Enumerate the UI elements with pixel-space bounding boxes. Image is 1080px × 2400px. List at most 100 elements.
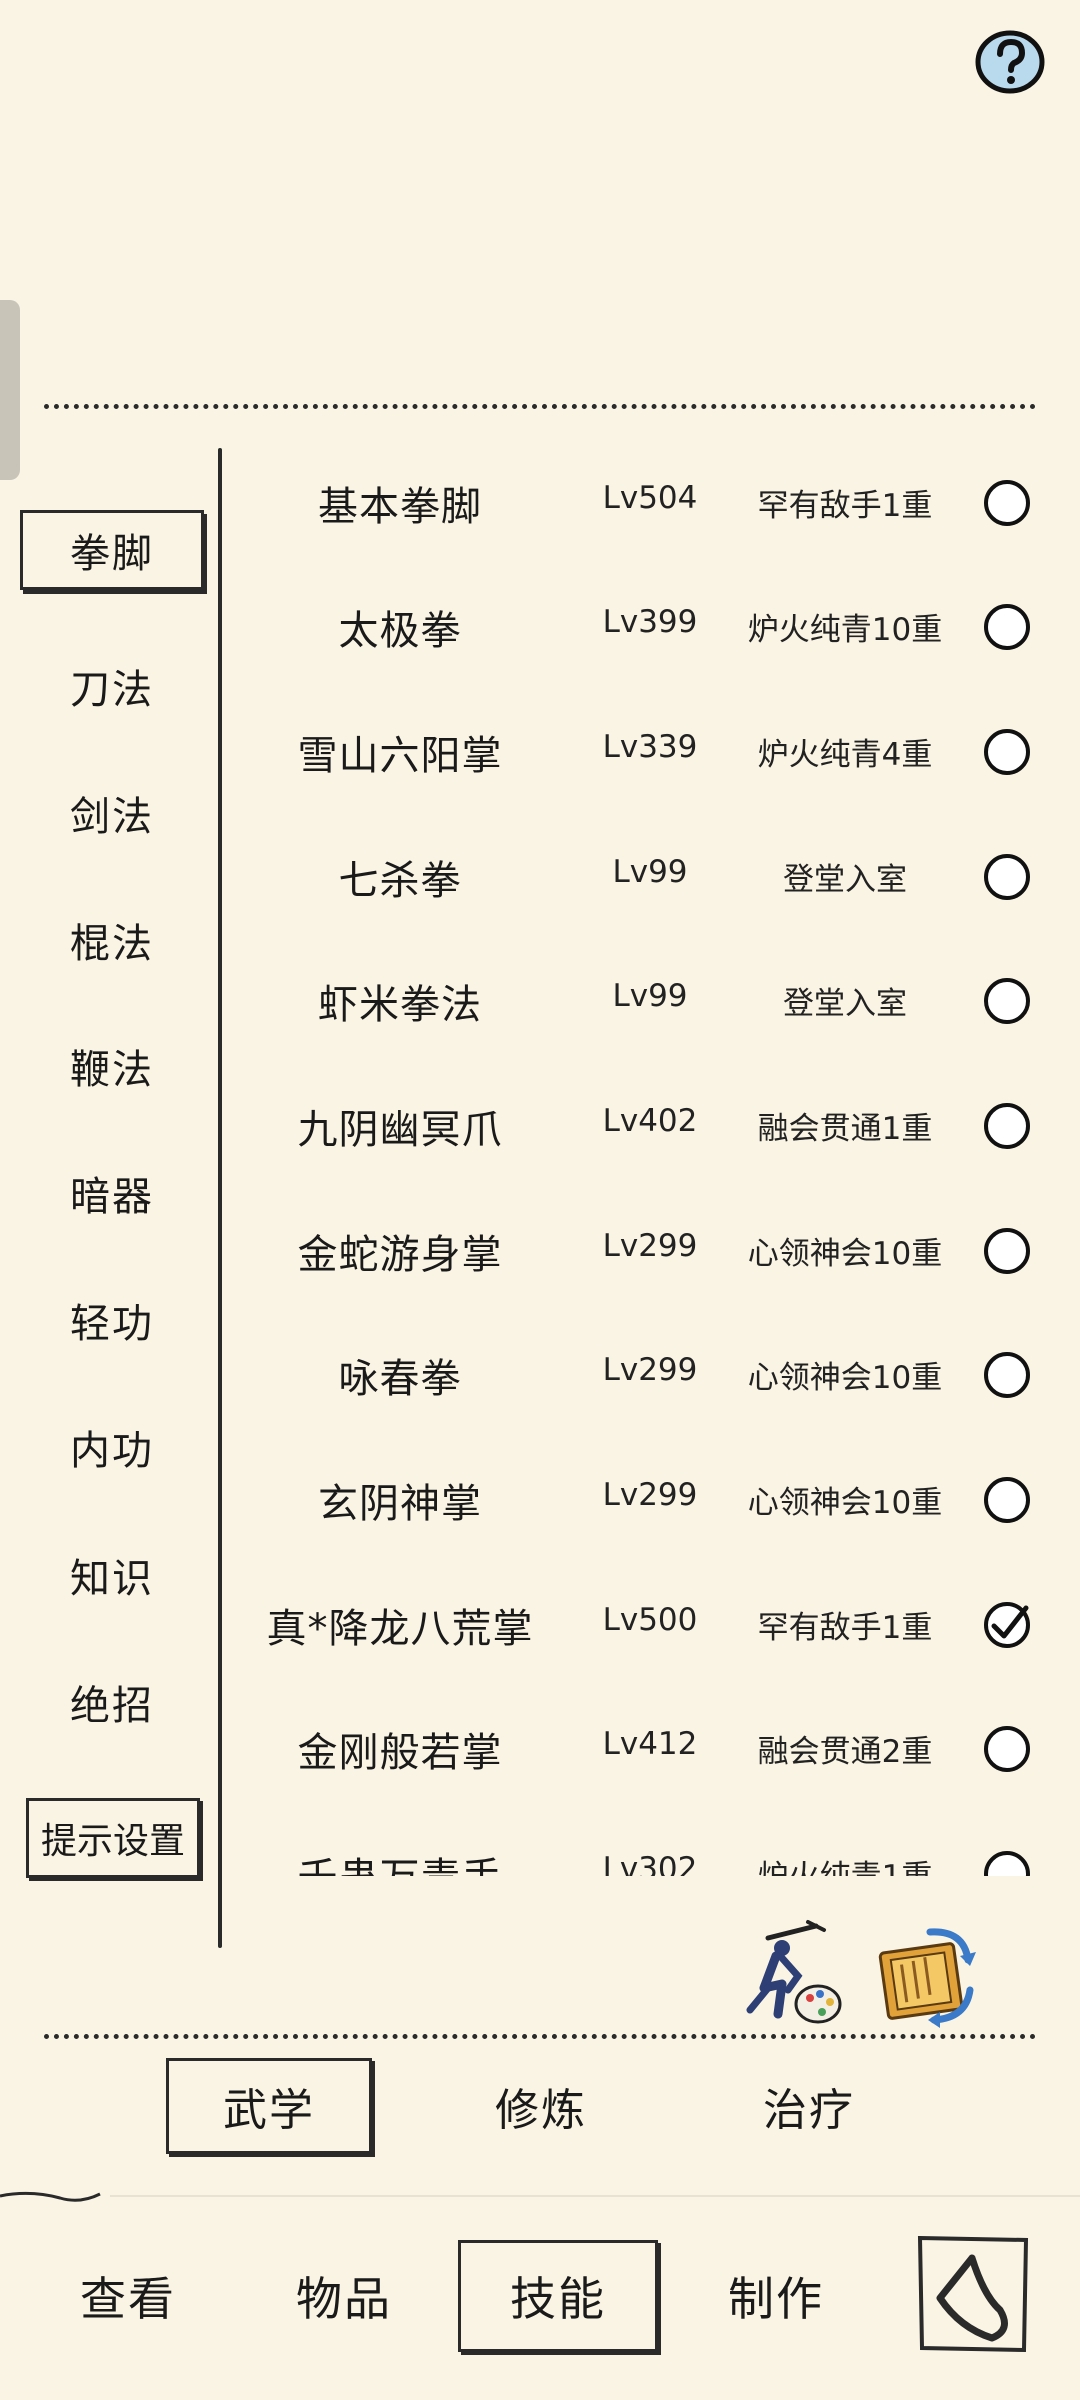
category-quanjiao[interactable]: 拳脚 bbox=[20, 510, 204, 590]
skill-level: Lv504 bbox=[602, 480, 698, 516]
checkbox-icon[interactable] bbox=[982, 1724, 1032, 1774]
skill-level: Lv412 bbox=[602, 1726, 698, 1762]
skill-level: Lv399 bbox=[602, 604, 698, 640]
skill-level: Lv99 bbox=[612, 978, 688, 1014]
skill-level: Lv402 bbox=[602, 1103, 698, 1139]
skill-row[interactable]: 真*降龙八荒掌 Lv500 罕有敌手1重 bbox=[230, 1562, 1070, 1686]
checkbox-icon[interactable] bbox=[982, 1226, 1032, 1276]
category-label: 刀法 bbox=[70, 667, 154, 713]
checkbox-icon[interactable] bbox=[982, 1350, 1032, 1400]
skill-level: Lv299 bbox=[602, 1352, 698, 1388]
skill-list[interactable]: 基本拳脚 Lv504 罕有敌手1重 太极拳 Lv399 炉火纯青10重 雪山六阳… bbox=[230, 440, 1070, 1876]
skill-rank: 融会贯通1重 bbox=[757, 1111, 933, 1147]
checked-checkbox-icon[interactable] bbox=[982, 1600, 1032, 1650]
checkbox-icon[interactable] bbox=[982, 1101, 1032, 1151]
category-jianfa[interactable]: 剑法 bbox=[20, 773, 204, 853]
checkbox-icon[interactable] bbox=[982, 976, 1032, 1026]
category-label: 轻功 bbox=[70, 1301, 154, 1347]
hint-settings-label: 提示设置 bbox=[40, 1821, 185, 1862]
category-label: 绝招 bbox=[70, 1683, 154, 1729]
skill-row[interactable]: 咏春拳 Lv299 心领神会10重 bbox=[230, 1312, 1070, 1436]
nav-chakan[interactable]: 查看 bbox=[28, 2240, 228, 2352]
nav-label: 物品 bbox=[296, 2272, 392, 2326]
tab-label: 治疗 bbox=[763, 2085, 855, 2136]
category-label: 知识 bbox=[70, 1556, 154, 1602]
help-button[interactable] bbox=[974, 30, 1046, 94]
category-anqi[interactable]: 暗器 bbox=[20, 1153, 204, 1233]
skill-name: 七杀拳 bbox=[338, 858, 462, 904]
tab-zhiliao[interactable]: 治疗 bbox=[706, 2058, 912, 2154]
category-label: 棍法 bbox=[70, 921, 154, 967]
skill-row[interactable]: 九阴幽冥爪 Lv402 融会贯通1重 bbox=[230, 1063, 1070, 1187]
bottom-divider bbox=[44, 2034, 1036, 2039]
skill-row[interactable]: 金刚般若掌 Lv412 融会贯通2重 bbox=[230, 1686, 1070, 1810]
checkbox-icon[interactable] bbox=[982, 1849, 1032, 1876]
skill-rank: 心领神会10重 bbox=[747, 1360, 943, 1396]
tab-label: 修炼 bbox=[495, 2085, 587, 2136]
skill-rank: 登堂入室 bbox=[783, 862, 907, 898]
brush-stroke-divider bbox=[0, 2191, 1080, 2202]
skill-row[interactable]: 金蛇游身掌 Lv299 心领神会10重 bbox=[230, 1188, 1070, 1312]
scroll-refresh-icon[interactable] bbox=[874, 1920, 984, 2030]
skill-name: 九阴幽冥爪 bbox=[297, 1107, 503, 1153]
skill-name: 虾米拳法 bbox=[318, 982, 482, 1028]
skill-name: 真*降龙八荒掌 bbox=[266, 1606, 534, 1652]
skill-name: 雪山六阳掌 bbox=[297, 733, 503, 779]
category-qinggong[interactable]: 轻功 bbox=[20, 1280, 204, 1360]
skill-rank: 罕有敌手1重 bbox=[757, 488, 933, 524]
skill-row[interactable]: 千蛊万毒手 Lv302 炉火纯青1重 bbox=[230, 1811, 1070, 1876]
side-drawer-handle[interactable] bbox=[0, 300, 20, 480]
skill-row[interactable]: 太极拳 Lv399 炉火纯青10重 bbox=[230, 564, 1070, 688]
checkbox-icon[interactable] bbox=[982, 602, 1032, 652]
skill-rank: 心领神会10重 bbox=[747, 1485, 943, 1521]
question-circle-icon bbox=[975, 30, 1045, 94]
nav-wupin[interactable]: 物品 bbox=[244, 2240, 444, 2352]
hint-settings-button[interactable]: 提示设置 bbox=[26, 1798, 200, 1878]
tab-xiulian[interactable]: 修炼 bbox=[438, 2058, 644, 2154]
skill-row[interactable]: 雪山六阳掌 Lv339 炉火纯青4重 bbox=[230, 689, 1070, 813]
category-juezhao[interactable]: 绝招 bbox=[20, 1662, 204, 1742]
martial-artist-palette-icon[interactable] bbox=[738, 1918, 848, 2028]
skill-level: Lv299 bbox=[602, 1477, 698, 1513]
back-button[interactable] bbox=[914, 2232, 1034, 2356]
category-label: 拳脚 bbox=[70, 531, 154, 577]
category-bianfa[interactable]: 鞭法 bbox=[20, 1026, 204, 1106]
top-divider bbox=[44, 404, 1036, 409]
checkbox-icon[interactable] bbox=[982, 1475, 1032, 1525]
skill-rank: 融会贯通2重 bbox=[757, 1734, 933, 1770]
category-neigong[interactable]: 内功 bbox=[20, 1407, 204, 1487]
skill-rank: 心领神会10重 bbox=[747, 1236, 943, 1272]
skill-name: 金蛇游身掌 bbox=[297, 1232, 503, 1278]
checkbox-icon[interactable] bbox=[982, 727, 1032, 777]
skill-level: Lv99 bbox=[612, 854, 688, 890]
back-arrow-icon bbox=[917, 2235, 1029, 2353]
checkbox-icon[interactable] bbox=[982, 478, 1032, 528]
tab-wuxue[interactable]: 武学 bbox=[166, 2058, 372, 2154]
skill-level: Lv339 bbox=[602, 729, 698, 765]
nav-zhizuo[interactable]: 制作 bbox=[676, 2240, 876, 2352]
nav-label: 制作 bbox=[728, 2272, 824, 2326]
skill-row[interactable]: 虾米拳法 Lv99 登堂入室 bbox=[230, 938, 1070, 1062]
category-label: 鞭法 bbox=[70, 1047, 154, 1093]
checkbox-icon[interactable] bbox=[982, 852, 1032, 902]
skill-level: Lv299 bbox=[602, 1228, 698, 1264]
category-label: 暗器 bbox=[70, 1174, 154, 1220]
skill-rank: 炉火纯青10重 bbox=[747, 612, 943, 648]
skill-name: 咏春拳 bbox=[338, 1356, 462, 1402]
skill-rank: 炉火纯青4重 bbox=[757, 737, 933, 773]
skill-level: Lv500 bbox=[602, 1602, 698, 1638]
skill-rank: 登堂入室 bbox=[783, 986, 907, 1022]
category-daofa[interactable]: 刀法 bbox=[20, 646, 204, 726]
skill-name: 金刚般若掌 bbox=[297, 1730, 503, 1776]
nav-label: 技能 bbox=[510, 2272, 606, 2326]
skill-row[interactable]: 基本拳脚 Lv504 罕有敌手1重 bbox=[230, 440, 1070, 564]
category-gunfa[interactable]: 棍法 bbox=[20, 900, 204, 980]
column-divider bbox=[218, 448, 222, 1948]
skill-rank: 罕有敌手1重 bbox=[757, 1610, 933, 1646]
skill-name: 千蛊万毒手 bbox=[230, 1845, 570, 1876]
nav-label: 查看 bbox=[80, 2272, 176, 2326]
category-zhishi[interactable]: 知识 bbox=[20, 1535, 204, 1615]
skill-row[interactable]: 玄阴神掌 Lv299 心领神会10重 bbox=[230, 1437, 1070, 1561]
skill-row[interactable]: 七杀拳 Lv99 登堂入室 bbox=[230, 814, 1070, 938]
nav-jineng[interactable]: 技能 bbox=[458, 2240, 658, 2352]
